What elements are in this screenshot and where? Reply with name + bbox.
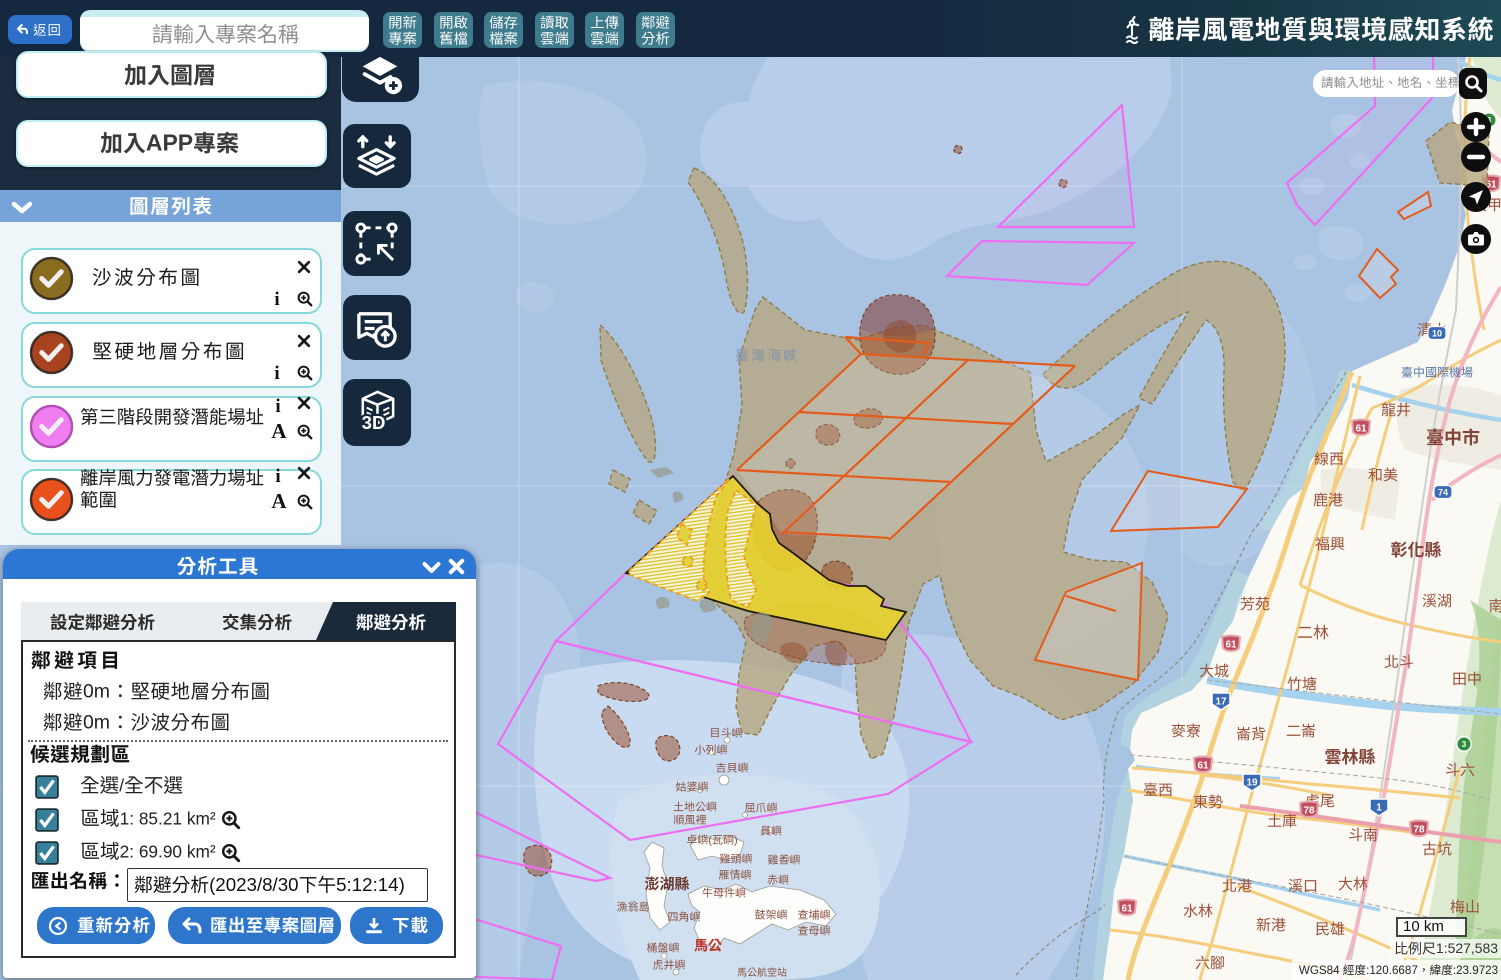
svg-text:61: 61 [1197, 761, 1209, 772]
svg-text:2: 69.90 km²: 2: 69.90 km² [120, 842, 216, 862]
svg-text:(: ( [708, 834, 712, 846]
svg-text:0m: 0m [83, 712, 110, 734]
svg-text:A: A [271, 422, 287, 442]
svg-text:5:12:14): 5:12:14) [336, 875, 405, 895]
svg-text:10: 10 [1432, 329, 1442, 339]
svg-text:19: 19 [1246, 778, 1258, 789]
svg-text:APP: APP [146, 131, 193, 156]
svg-text:17: 17 [1215, 697, 1227, 708]
svg-text:74: 74 [1438, 488, 1448, 498]
svg-text:(2023/8/30: (2023/8/30 [209, 875, 299, 895]
svg-text:3D: 3D [362, 412, 386, 433]
svg-text:61: 61 [1225, 640, 1237, 651]
svg-text:/: / [119, 776, 124, 796]
svg-text:A: A [271, 492, 287, 512]
svg-text:i: i [275, 467, 280, 486]
svg-text::120.6687: :120.6687 [1366, 964, 1418, 977]
svg-text:0m: 0m [83, 681, 110, 703]
svg-text:1: 1 [1376, 803, 1382, 814]
svg-text:i: i [275, 397, 280, 416]
svg-text:61: 61 [1121, 904, 1133, 915]
svg-text:i: i [274, 290, 279, 309]
svg-text:78: 78 [1303, 806, 1315, 817]
svg-text:i: i [274, 364, 279, 383]
svg-text:3: 3 [1462, 740, 1467, 749]
svg-text::23.9723: :23.9723 [1453, 964, 1498, 977]
svg-text:1:527,583: 1:527,583 [1436, 941, 1498, 956]
svg-text:61: 61 [1355, 424, 1367, 435]
svg-text:1: 85.21 km²: 1: 85.21 km² [120, 809, 216, 829]
svg-text:WGS84: WGS84 [1299, 964, 1340, 977]
svg-text:78: 78 [1413, 825, 1425, 836]
svg-text:): ) [734, 834, 738, 846]
